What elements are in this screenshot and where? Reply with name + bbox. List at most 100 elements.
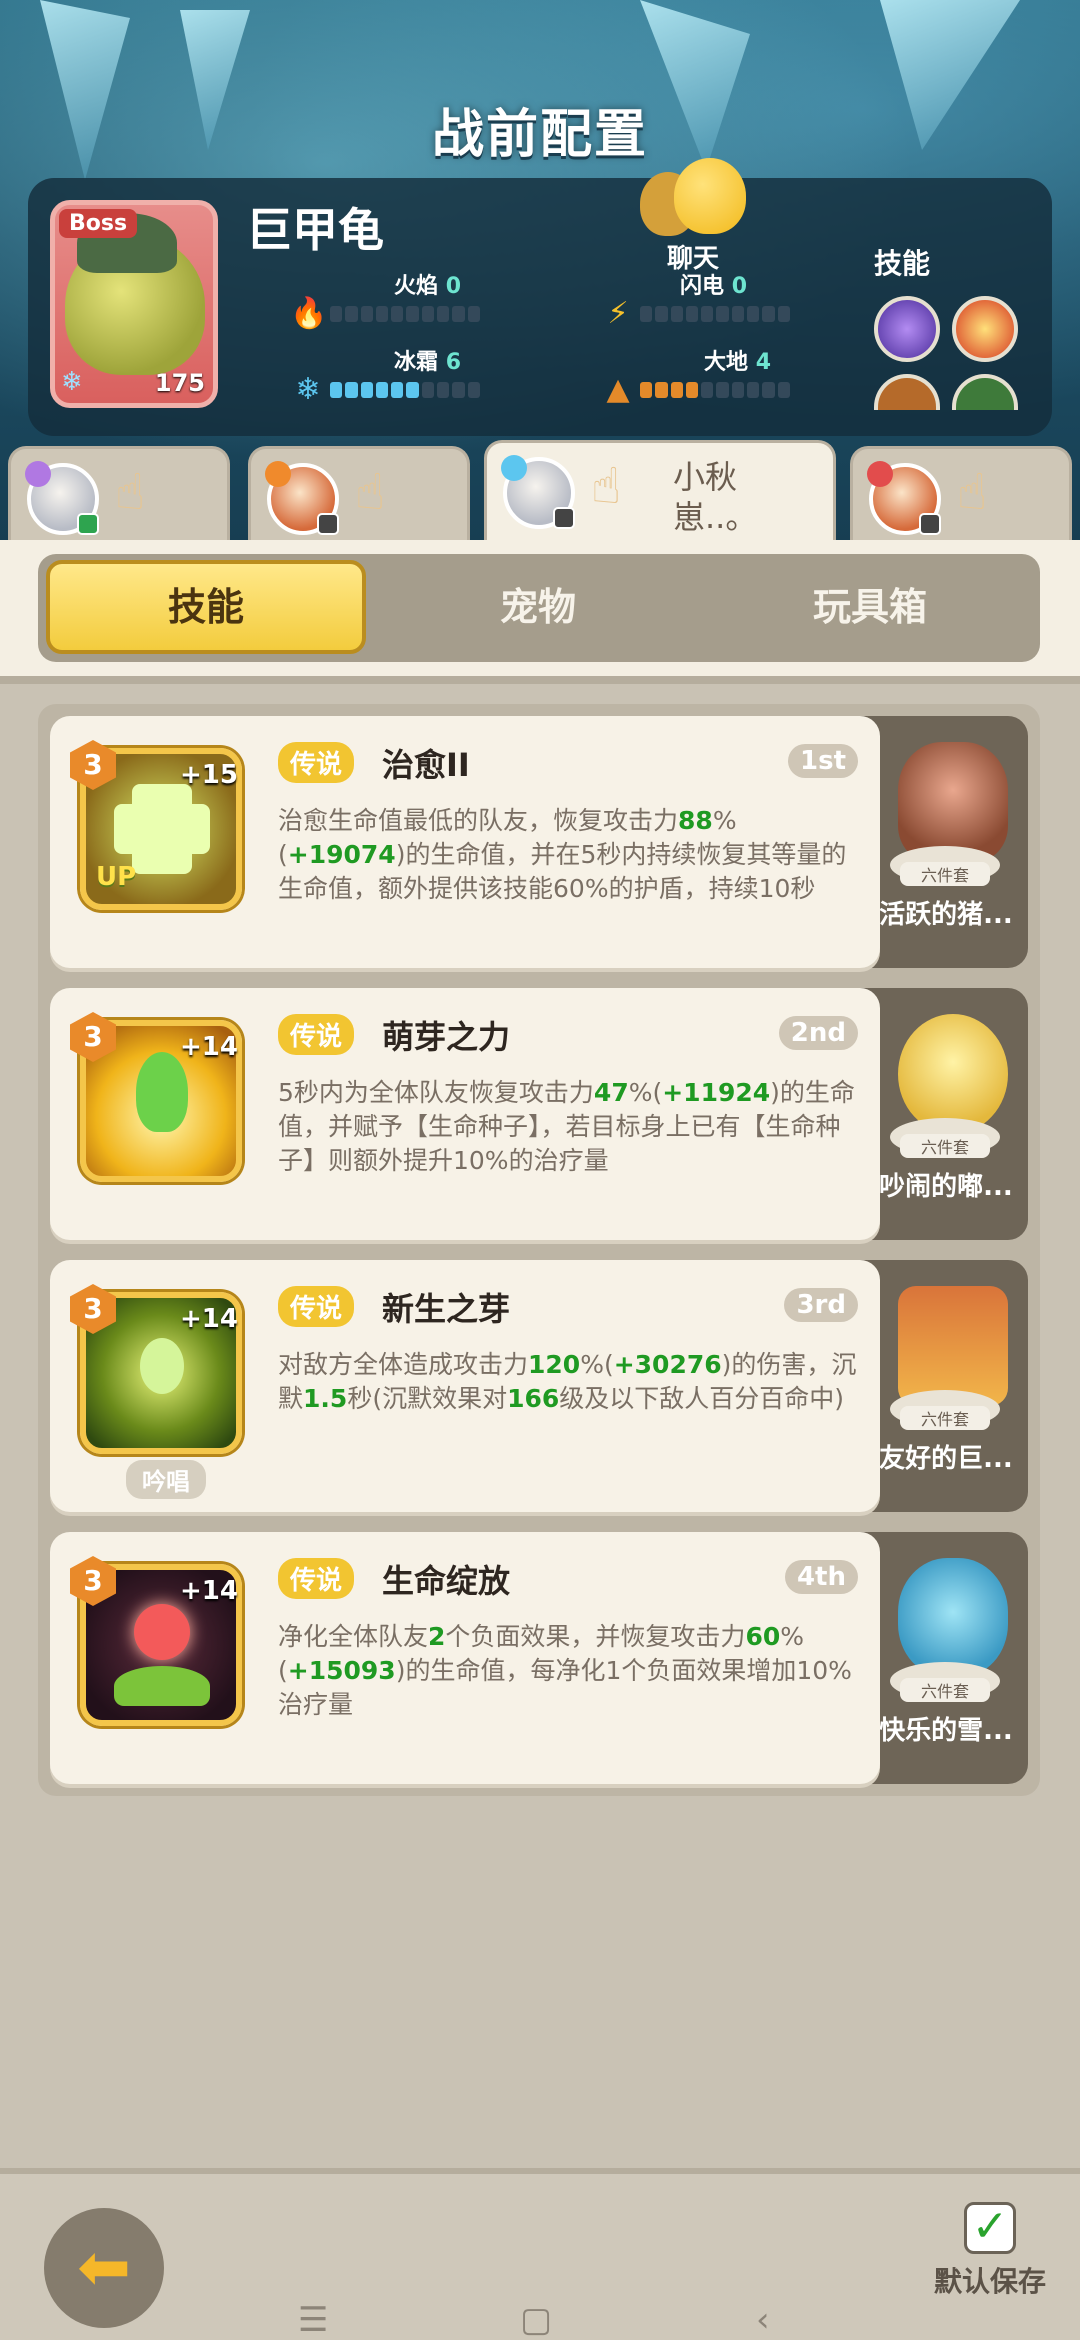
controller-icon bbox=[553, 507, 575, 529]
toy-slot-2[interactable]: 六件套 吵闹的嘟... bbox=[858, 988, 1028, 1240]
highlight-value: 88 bbox=[678, 806, 713, 835]
chat-button[interactable]: 聊天 bbox=[628, 158, 758, 278]
avatar bbox=[501, 455, 575, 529]
tap-hand-icon: ☝ bbox=[591, 457, 622, 515]
description-text: 个负面效果，并恢复攻击力 bbox=[445, 1622, 746, 1651]
highlight-value: +11924 bbox=[662, 1078, 771, 1107]
skill-plus-level: +14 bbox=[180, 1576, 238, 1606]
boss-name: 巨甲龟 bbox=[246, 203, 384, 257]
highlight-value: +15093 bbox=[287, 1656, 396, 1685]
highlight-value: +19074 bbox=[287, 840, 396, 869]
skill-plus-level: +14 bbox=[180, 1032, 238, 1062]
highlight-value: 2 bbox=[428, 1622, 446, 1651]
rarity-badge: 传说 bbox=[278, 742, 355, 783]
boss-tag: Boss bbox=[59, 209, 138, 238]
rarity-badge: 传说 bbox=[278, 1014, 355, 1055]
skill-order-badge: 3rd bbox=[784, 1288, 858, 1322]
controller-icon bbox=[317, 513, 339, 535]
element-fire: 火焰 0 🔥 bbox=[290, 268, 510, 331]
team-member-name: 小秋崽..。 bbox=[673, 458, 758, 536]
boss-level: 175 bbox=[154, 369, 205, 397]
avatar bbox=[25, 461, 99, 535]
description-text: 对敌方全体造成攻击力 bbox=[278, 1350, 529, 1379]
element-badge-icon bbox=[867, 461, 893, 487]
description-text: %( bbox=[580, 1350, 614, 1379]
avatar bbox=[265, 461, 339, 535]
team-member-tab-3[interactable]: ☝ 小秋崽..。 bbox=[484, 440, 836, 542]
boss-skill-vortex-icon[interactable] bbox=[874, 296, 940, 362]
description-text: 治愈生命值最低的队友，恢复攻击力 bbox=[278, 806, 679, 835]
tap-hand-icon: ☝ bbox=[355, 463, 386, 521]
tab-toybox[interactable]: 玩具箱 bbox=[710, 560, 1030, 654]
highlight-value: 120 bbox=[528, 1350, 581, 1379]
boss-skill-earth-icon[interactable] bbox=[874, 374, 940, 410]
toy-snow-creature-image bbox=[898, 1558, 1008, 1678]
flame-icon: 🔥 bbox=[290, 296, 328, 331]
back-icon[interactable]: ‹ bbox=[756, 2300, 770, 2340]
toy-chick-image bbox=[898, 1014, 1008, 1134]
element-name: 冰霜 bbox=[394, 350, 439, 375]
team-member-tab-1[interactable]: ☝ bbox=[8, 446, 230, 542]
toy-boar-image bbox=[898, 742, 1008, 862]
lightning-icon: ⚡ bbox=[607, 296, 629, 331]
element-value: 4 bbox=[755, 350, 771, 375]
tab-pets[interactable]: 宠物 bbox=[378, 560, 698, 654]
boss-panel: Boss ❄ 175 巨甲龟 聊天 火焰 0 🔥 闪电 0 ⚡ 冰霜 6 ❄ 大… bbox=[28, 158, 1052, 436]
element-value: 6 bbox=[445, 350, 461, 375]
chant-badge: 吟唱 bbox=[126, 1460, 206, 1499]
chat-bubble-icon bbox=[674, 158, 746, 234]
toy-slot-1[interactable]: 六件套 活跃的猪... bbox=[858, 716, 1028, 968]
skill-title: 生命绽放 bbox=[382, 1562, 511, 1600]
element-frost: 冰霜 6 ❄ bbox=[290, 344, 510, 407]
toy-name: 快乐的雪... bbox=[879, 1716, 1013, 1746]
skill-list: 六件套 活跃的猪... UP 3 +15 传说 治愈II 1st 治愈生命值最低… bbox=[38, 704, 1040, 1796]
element-name: 大地 bbox=[704, 350, 749, 375]
divider bbox=[0, 676, 1080, 684]
home-icon[interactable]: ▢ bbox=[520, 2300, 552, 2340]
description-text: 5秒内为全体队友恢复攻击力 bbox=[278, 1078, 594, 1107]
skill-title: 萌芽之力 bbox=[382, 1018, 511, 1056]
toy-slot-4[interactable]: 六件套 快乐的雪... bbox=[858, 1532, 1028, 1784]
skill-title: 新生之芽 bbox=[382, 1290, 511, 1328]
description-text: 净化全体队友 bbox=[278, 1622, 429, 1651]
toy-set-label: 六件套 bbox=[900, 862, 990, 886]
tab-skills[interactable]: 技能 bbox=[46, 560, 366, 654]
skill-card-2[interactable]: 3 +14 传说 萌芽之力 2nd 5秒内为全体队友恢复攻击力47%(+1192… bbox=[50, 988, 880, 1240]
description-text: 秒(沉默效果对 bbox=[347, 1384, 508, 1413]
controller-icon bbox=[77, 513, 99, 535]
skill-card-4[interactable]: 3 +14 传说 生命绽放 4th 净化全体队友2个负面效果，并恢复攻击力60%… bbox=[50, 1532, 880, 1784]
rarity-badge: 传说 bbox=[278, 1558, 355, 1599]
element-name: 火焰 bbox=[394, 274, 439, 299]
toy-robot-image bbox=[898, 1286, 1008, 1406]
highlight-value: +30276 bbox=[613, 1350, 722, 1379]
skill-card-3[interactable]: 3 +14 吟唱 传说 新生之芽 3rd 对敌方全体造成攻击力120%(+302… bbox=[50, 1260, 880, 1512]
boss-skill-leaf-icon[interactable] bbox=[952, 374, 1018, 410]
toy-name: 友好的巨... bbox=[879, 1444, 1013, 1474]
skill-order-badge: 4th bbox=[784, 1560, 858, 1594]
team-member-tab-2[interactable]: ☝ bbox=[248, 446, 470, 542]
highlight-value: 1.5 bbox=[303, 1384, 348, 1413]
menu-icon[interactable]: ☰ bbox=[298, 2300, 328, 2340]
snowflake-icon: ❄ bbox=[295, 372, 321, 407]
tap-hand-icon: ☝ bbox=[115, 463, 146, 521]
default-save-checkbox[interactable]: ✓ bbox=[964, 2202, 1016, 2254]
system-nav-bar: ☰ ▢ ‹ bbox=[0, 2292, 1080, 2340]
toy-name: 吵闹的嘟... bbox=[879, 1172, 1013, 1202]
element-value: 0 bbox=[445, 274, 461, 299]
element-bar bbox=[330, 306, 480, 322]
toy-slot-3[interactable]: 六件套 友好的巨... bbox=[858, 1260, 1028, 1512]
element-lightning: 闪电 0 ⚡ bbox=[600, 268, 820, 331]
skill-plus-level: +15 bbox=[180, 760, 238, 790]
team-member-tab-4[interactable]: ☝ bbox=[850, 446, 1072, 542]
skill-order-badge: 2nd bbox=[778, 1016, 858, 1050]
element-bar bbox=[330, 382, 480, 398]
skill-card-1[interactable]: UP 3 +15 传说 治愈II 1st 治愈生命值最低的队友，恢复攻击力88%… bbox=[50, 716, 880, 968]
avatar bbox=[867, 461, 941, 535]
toy-set-label: 六件套 bbox=[900, 1406, 990, 1430]
category-switcher: 技能 宠物 玩具箱 bbox=[38, 554, 1040, 662]
page-title: 战前配置 bbox=[431, 105, 648, 165]
boss-skill-fire-icon[interactable] bbox=[952, 296, 1018, 362]
boss-portrait[interactable]: Boss ❄ 175 bbox=[50, 200, 218, 408]
highlight-value: 47 bbox=[593, 1078, 629, 1107]
rarity-badge: 传说 bbox=[278, 1286, 355, 1327]
